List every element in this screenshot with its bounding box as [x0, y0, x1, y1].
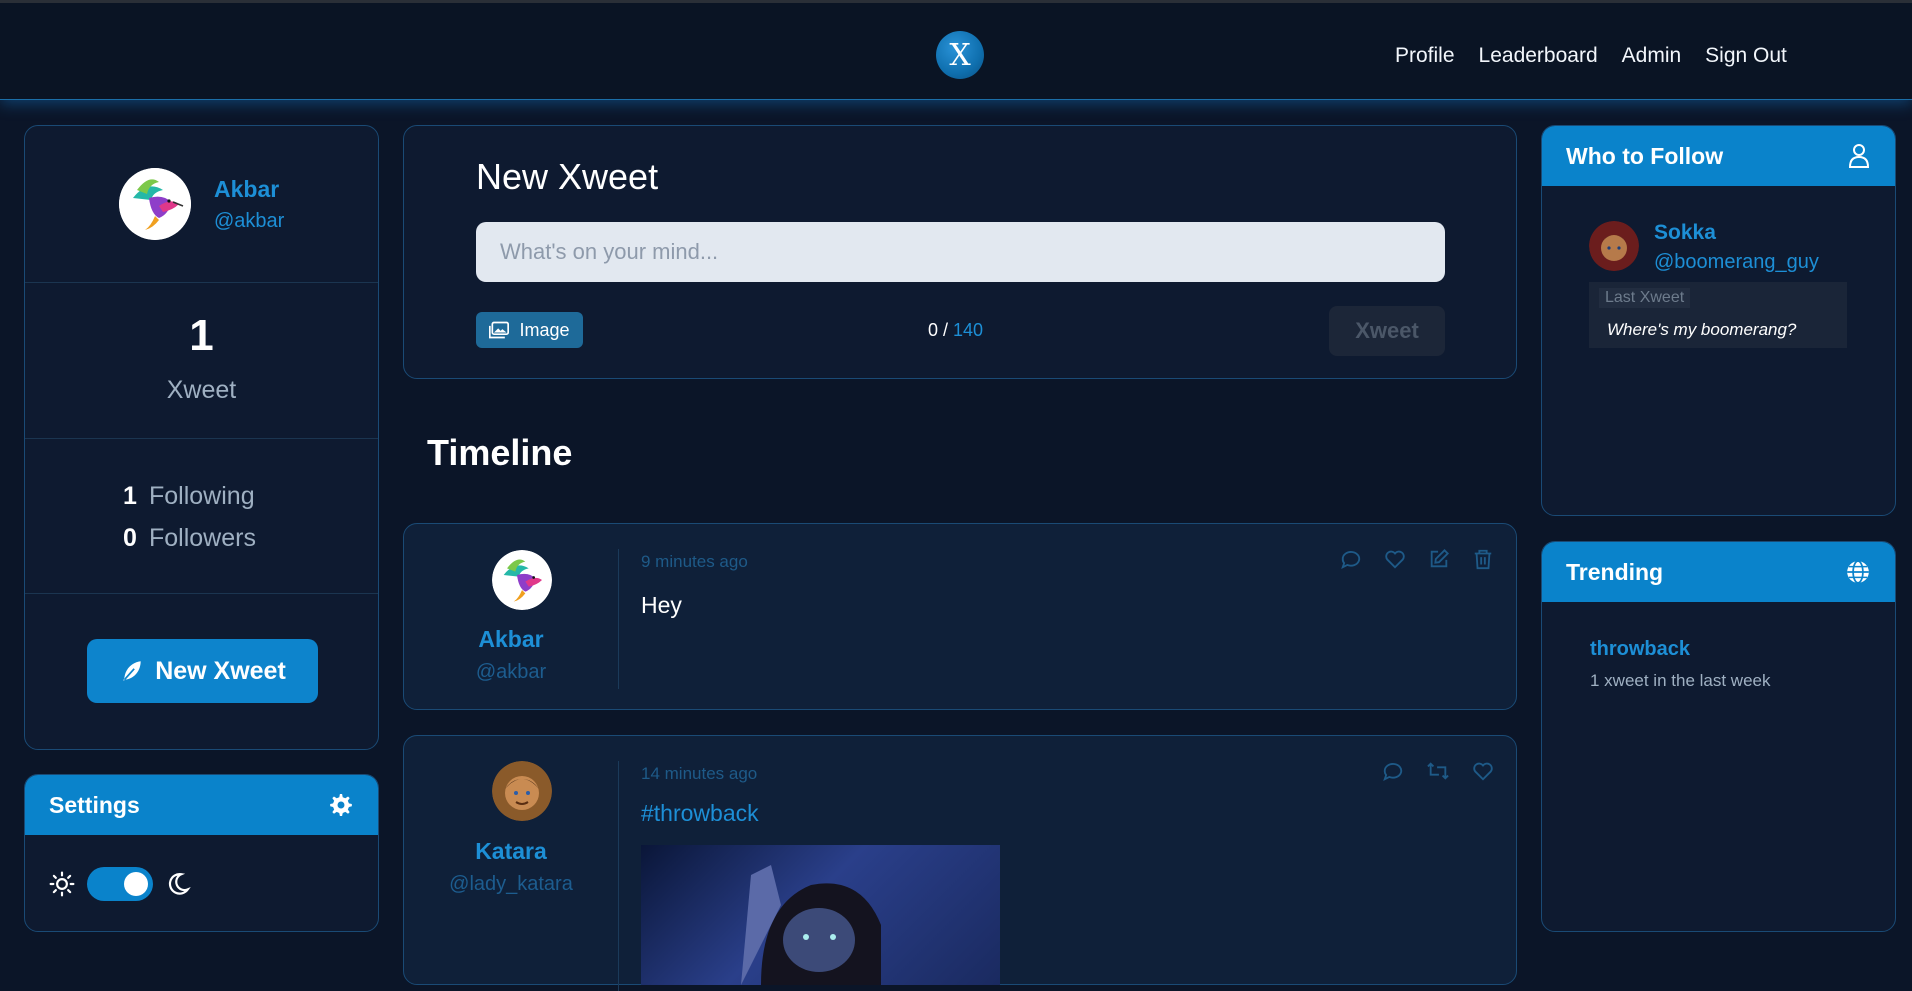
post-handle[interactable]: @lady_katara — [404, 873, 618, 896]
char-count-separator: / — [938, 320, 954, 340]
post-actions — [1382, 760, 1494, 782]
suggestion-handle[interactable]: @boomerang_guy — [1654, 251, 1819, 274]
post-avatar[interactable] — [492, 550, 552, 610]
theme-toggle-row — [49, 867, 191, 901]
who-to-follow-title: Who to Follow — [1566, 142, 1724, 169]
hummingbird-avatar-icon — [119, 168, 191, 240]
post-text: Hey — [641, 592, 682, 618]
trending-title: Trending — [1566, 558, 1664, 585]
edit-icon[interactable] — [1428, 548, 1450, 570]
post-hashtag[interactable]: #throwback — [641, 800, 759, 827]
trending-count: 1 xweet in the last week — [1590, 671, 1771, 690]
last-xweet-text: Where's my boomerang? — [1607, 320, 1797, 339]
top-navbar: X Profile Leaderboard Admin Sign Out — [0, 0, 1912, 100]
new-xweet-label: New Xweet — [155, 656, 286, 685]
sokka-avatar-icon — [1589, 221, 1639, 271]
nav-links: Profile Leaderboard Admin Sign Out — [1395, 44, 1787, 68]
logo-letter: X — [949, 37, 971, 73]
post-handle[interactable]: @akbar — [404, 661, 618, 684]
trash-icon[interactable] — [1472, 548, 1494, 570]
following-count: 1 — [123, 482, 137, 510]
last-xweet-box: Last Xweet Where's my boomerang? — [1589, 282, 1847, 348]
post-time: 9 minutes ago — [641, 552, 748, 571]
trending-card: Trending throwback 1 xweet in the last w… — [1541, 541, 1896, 932]
xweet-submit-button[interactable]: Xweet — [1329, 306, 1445, 356]
profile-name[interactable]: Akbar — [214, 176, 279, 203]
settings-header: Settings — [25, 775, 378, 835]
following-label: Following — [149, 482, 255, 510]
divider — [25, 593, 378, 594]
suggestion-avatar[interactable] — [1589, 221, 1639, 271]
divider — [25, 438, 378, 439]
who-to-follow-card: Who to Follow Sokka @boomerang_guy Last … — [1541, 125, 1896, 516]
user-icon — [1848, 144, 1870, 168]
dark-mode-toggle[interactable] — [87, 867, 153, 901]
post-actions — [1340, 548, 1494, 570]
following-stat[interactable]: 1 Following — [123, 482, 255, 511]
settings-card: Settings — [24, 774, 379, 932]
x-logo[interactable]: X — [936, 31, 984, 79]
image-button-label: Image — [519, 319, 570, 340]
char-count-current: 0 — [928, 320, 939, 340]
image-upload-button[interactable]: Image — [476, 312, 583, 348]
followers-stat[interactable]: 0 Followers — [123, 524, 256, 553]
retweet-icon[interactable] — [1426, 760, 1450, 782]
post-image-art — [741, 865, 881, 985]
sun-icon — [49, 871, 75, 897]
globe-icon — [1847, 560, 1869, 584]
heart-icon[interactable] — [1384, 548, 1406, 570]
char-counter: 0 / 140 — [928, 320, 983, 341]
post-time: 14 minutes ago — [641, 764, 758, 783]
moon-icon — [168, 873, 191, 895]
char-count-max: 140 — [953, 320, 984, 340]
timeline-title: Timeline — [427, 432, 573, 473]
followers-count: 0 — [123, 524, 137, 552]
trending-header: Trending — [1542, 542, 1895, 602]
divider — [25, 282, 378, 283]
post-avatar[interactable] — [492, 761, 552, 821]
heart-icon[interactable] — [1472, 760, 1494, 782]
xweet-input[interactable] — [476, 222, 1445, 282]
profile-card: Akbar @akbar 1 Xweet 1 Following 0 Followe… — [24, 125, 379, 750]
katara-avatar-icon — [492, 761, 552, 821]
feather-icon — [123, 661, 141, 681]
compose-title: New Xweet — [476, 156, 659, 197]
timeline-post: Akbar @akbar 9 minutes ago Hey — [403, 523, 1517, 710]
xweet-count-label: Xweet — [166, 376, 237, 404]
compose-card: New Xweet Image 0 / 140 Xweet — [403, 125, 1517, 379]
post-author[interactable]: Akbar — [404, 626, 618, 653]
nav-leaderboard-link[interactable]: Leaderboard — [1479, 44, 1598, 68]
comment-icon[interactable] — [1382, 760, 1404, 782]
last-xweet-label: Last Xweet — [1599, 288, 1691, 308]
suggestion-name[interactable]: Sokka — [1654, 221, 1716, 245]
profile-avatar[interactable] — [119, 168, 191, 240]
who-to-follow-header: Who to Follow — [1542, 126, 1895, 186]
post-author[interactable]: Katara — [404, 838, 618, 865]
trending-tag[interactable]: throwback — [1590, 638, 1690, 661]
post-image[interactable] — [641, 845, 1000, 985]
gear-icon[interactable] — [328, 792, 354, 818]
hummingbird-avatar-icon — [492, 550, 552, 610]
new-xweet-button[interactable]: New Xweet — [87, 639, 318, 703]
nav-signout-link[interactable]: Sign Out — [1705, 44, 1787, 68]
image-icon — [489, 321, 510, 339]
post-divider — [618, 549, 619, 689]
profile-handle[interactable]: @akbar — [214, 210, 284, 233]
comment-icon[interactable] — [1340, 548, 1362, 570]
nav-profile-link[interactable]: Profile — [1395, 44, 1455, 68]
xweet-count: 1 — [189, 311, 214, 360]
timeline-post: Katara @lady_katara 14 minutes ago #thro… — [403, 735, 1517, 991]
nav-admin-link[interactable]: Admin — [1622, 44, 1682, 68]
settings-title: Settings — [49, 791, 140, 818]
followers-label: Followers — [149, 524, 256, 552]
